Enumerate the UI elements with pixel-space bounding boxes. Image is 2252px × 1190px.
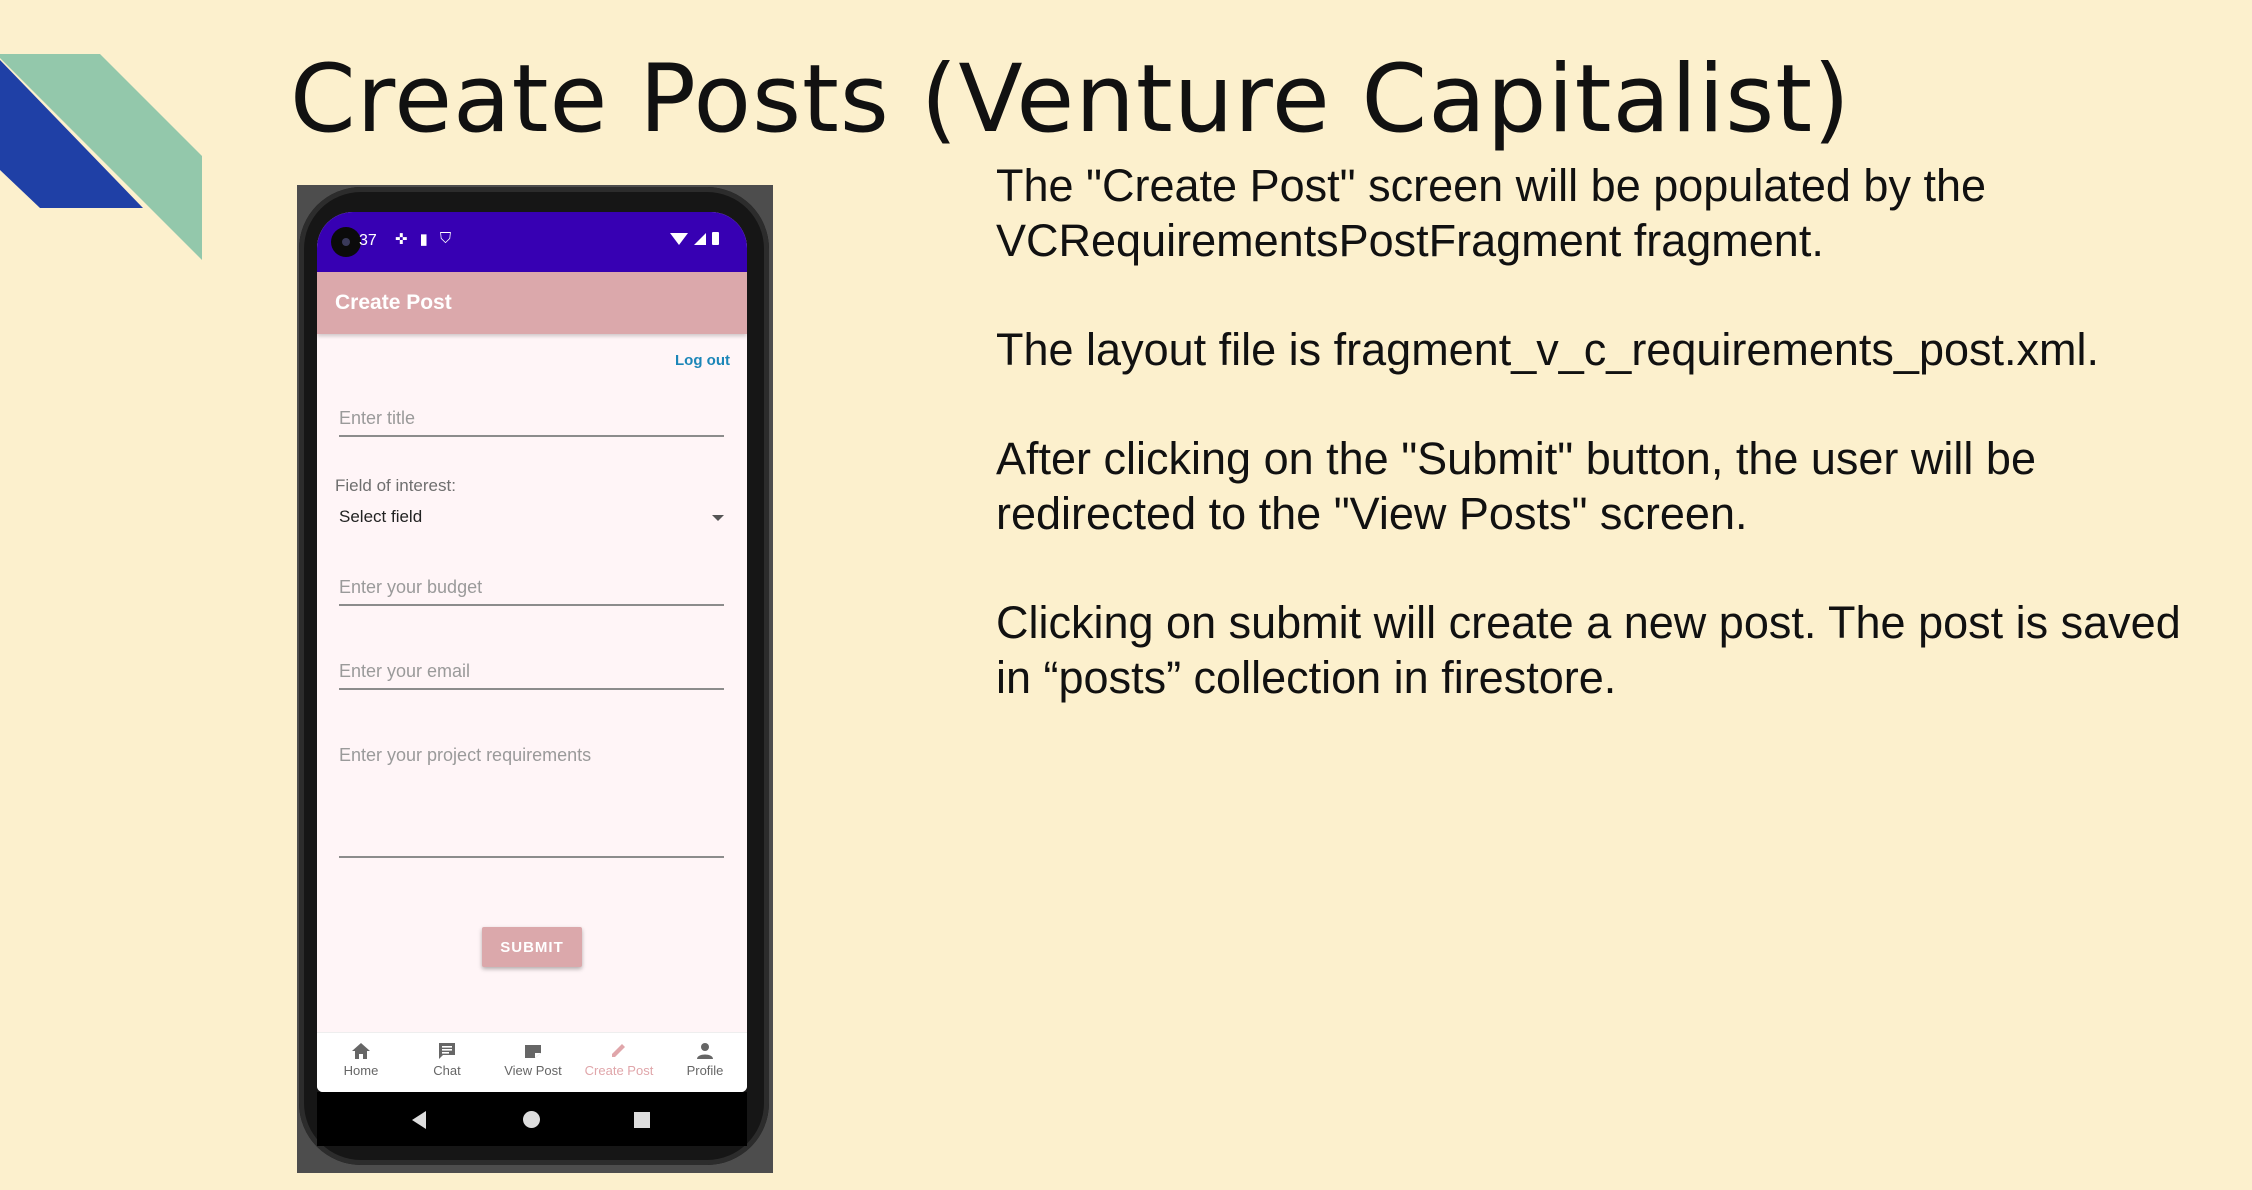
signal-icon	[694, 232, 706, 245]
post-icon	[525, 1045, 541, 1058]
camera-icon	[331, 227, 361, 257]
description-paragraph: Clicking on submit will create a new pos…	[996, 597, 2181, 703]
nav-label-home: Home	[343, 1063, 379, 1078]
pencil-icon	[612, 1044, 625, 1057]
description-text: The "Create Post" screen will be populat…	[996, 158, 2196, 759]
phone-screen: 37 ✜ ▮ ⛉ Create Post Log out Enter title…	[317, 212, 747, 1092]
chat-icon	[439, 1043, 455, 1059]
nav-item-create-post[interactable]: Create Post	[576, 1041, 662, 1078]
logout-link[interactable]: Log out	[675, 352, 730, 369]
status-bar: 37 ✜ ▮ ⛉	[317, 212, 747, 272]
home-icon	[352, 1043, 370, 1059]
status-icons-right	[670, 232, 719, 245]
corner-decoration	[0, 54, 202, 260]
status-icons-left: ✜ ▮ ⛉	[395, 230, 451, 248]
bottom-navigation: Home Chat View Post Create Post Profile	[317, 1032, 747, 1092]
title-underline	[339, 435, 724, 437]
wifi-icon	[670, 232, 688, 245]
recents-icon[interactable]	[634, 1112, 650, 1128]
description-paragraph: After clicking on the "Submit" button, t…	[996, 433, 2036, 539]
interest-label: Field of interest:	[335, 476, 456, 495]
battery-icon	[712, 232, 719, 245]
person-icon	[697, 1043, 713, 1059]
sim-icon: ▮	[419, 231, 428, 248]
status-time: 37	[359, 232, 377, 249]
nav-label-profile: Profile	[686, 1063, 724, 1078]
back-icon[interactable]	[412, 1111, 426, 1129]
shield-icon: ⛉	[439, 230, 452, 247]
nav-item-profile[interactable]: Profile	[662, 1041, 747, 1078]
interest-dropdown[interactable]: Select field	[339, 504, 724, 534]
slide-title: Create Posts (Venture Capitalist)	[290, 45, 1851, 154]
mic-icon: ✜	[395, 231, 408, 248]
app-bar: Create Post	[317, 272, 747, 334]
interest-selected-value: Select field	[339, 507, 423, 526]
nav-label-chat: Chat	[433, 1063, 461, 1078]
submit-button[interactable]: SUBMIT	[482, 927, 582, 967]
email-underline	[339, 688, 724, 690]
nav-label-view-post: View Post	[504, 1063, 562, 1078]
requirements-placeholder: Enter your project requirements	[339, 745, 592, 765]
chevron-down-icon	[712, 515, 724, 521]
budget-placeholder: Enter your budget	[339, 577, 483, 597]
budget-underline	[339, 604, 724, 606]
email-placeholder: Enter your email	[339, 661, 471, 681]
home-circle-icon[interactable]	[523, 1111, 540, 1128]
nav-item-view-post[interactable]: View Post	[490, 1041, 576, 1078]
system-navigation-bar	[317, 1092, 747, 1146]
nav-item-home[interactable]: Home	[318, 1041, 404, 1078]
description-paragraph: The "Create Post" screen will be populat…	[996, 160, 1986, 266]
nav-label-create-post: Create Post	[584, 1063, 654, 1078]
title-placeholder: Enter title	[339, 408, 416, 428]
requirements-underline	[339, 856, 724, 858]
description-paragraph: The layout file is fragment_v_c_requirem…	[996, 324, 2100, 375]
app-bar-title: Create Post	[335, 291, 452, 314]
nav-item-chat[interactable]: Chat	[404, 1041, 490, 1078]
